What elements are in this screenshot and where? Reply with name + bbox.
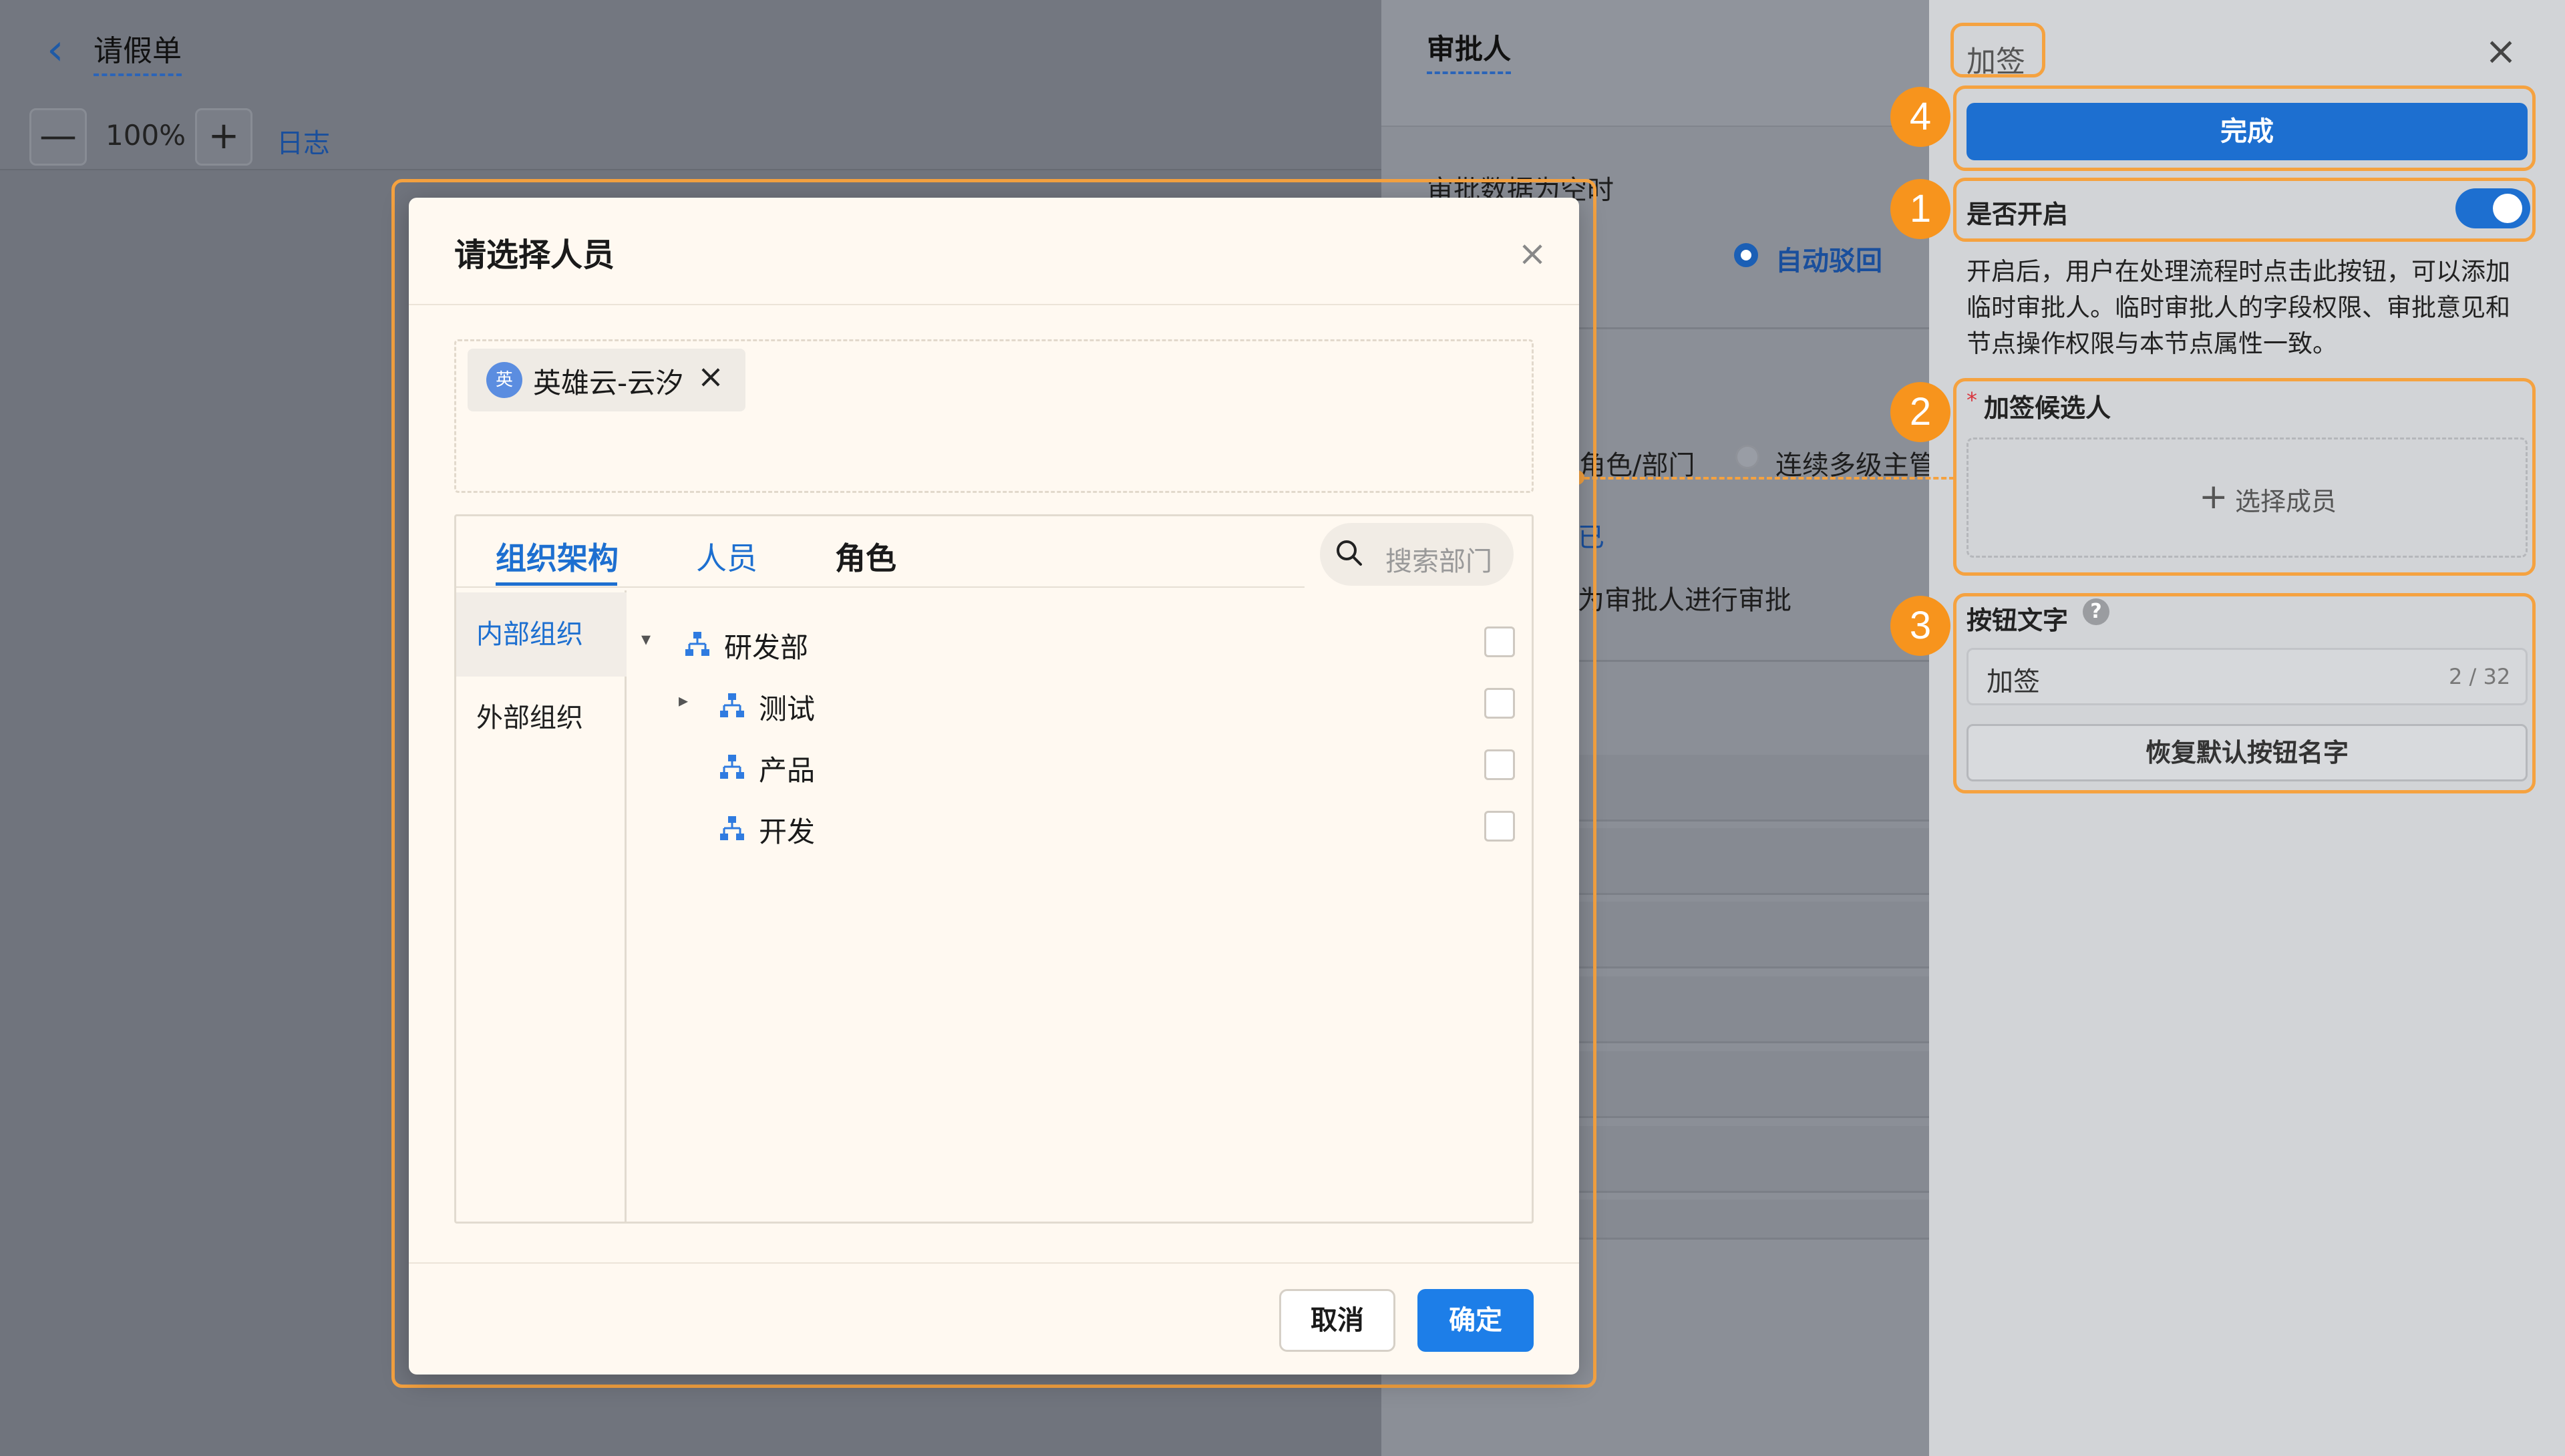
org-chart-icon — [685, 632, 709, 656]
active-tab-indicator — [496, 582, 617, 586]
search-icon — [1337, 540, 1362, 566]
toggle-knob — [2493, 194, 2522, 223]
divider — [456, 586, 1305, 588]
tree-node-label[interactable]: 研发部 — [724, 625, 808, 666]
back-arrow-icon[interactable]: ‹ — [47, 27, 87, 73]
collapse-caret-icon[interactable]: ▸ — [679, 689, 688, 711]
step-badge-2: 2 — [1890, 382, 1950, 442]
candidates-label: 加签候选人 — [1984, 393, 2111, 423]
step-badge-1: 1 — [1890, 179, 1950, 239]
tree-node-label[interactable]: 开发 — [759, 809, 815, 850]
tree-node-label[interactable]: 测试 — [759, 687, 815, 727]
countersign-panel-title: 加签 — [1966, 45, 2025, 79]
remove-tag-icon[interactable]: × — [692, 358, 729, 395]
tree-node-label[interactable]: 产品 — [759, 748, 815, 789]
done-button[interactable]: 完成 — [1966, 103, 2528, 160]
selected-person-name: 英雄云-云汐 — [533, 367, 684, 399]
zoom-level: 100% — [106, 119, 186, 152]
divider — [409, 304, 1579, 305]
avatar: 英 — [486, 362, 522, 398]
countersign-description: 开启后，用户在处理流程时点击此按钮，可以添加临时审批人。临时审批人的字段权限、审… — [1966, 257, 2510, 358]
tab-org-structure[interactable]: 组织架构 — [496, 534, 619, 578]
tab-roles[interactable]: 角色 — [835, 534, 896, 578]
org-chart-icon — [720, 816, 744, 840]
cancel-button[interactable]: 取消 — [1279, 1289, 1395, 1352]
enable-label: 是否开启 — [1966, 200, 2069, 229]
confirm-button[interactable]: 确定 — [1417, 1289, 1534, 1352]
modal-close-icon[interactable]: × — [1512, 234, 1552, 274]
reset-button-name-button[interactable]: 恢复默认按钮名字 — [1966, 724, 2528, 781]
side-item-internal-org[interactable]: 内部组织 — [456, 592, 627, 677]
tree-node-checkbox[interactable] — [1484, 749, 1515, 780]
org-chart-icon — [720, 755, 744, 779]
connector-line — [1576, 477, 1954, 480]
auto-reject-label[interactable]: 自动驳回 — [1775, 239, 1882, 278]
expand-caret-icon[interactable]: ▾ — [641, 628, 651, 650]
close-icon[interactable]: × — [2481, 31, 2521, 71]
button-text-value: 加签 — [1987, 667, 2040, 697]
required-mark: * — [1966, 387, 1977, 413]
tab-people[interactable]: 人员 — [696, 534, 757, 578]
search-placeholder: 搜索部门 — [1385, 546, 1492, 577]
document-title: 请假单 — [94, 27, 182, 76]
button-text-label: 按钮文字 — [1966, 606, 2069, 635]
zoom-in-button[interactable]: + — [195, 108, 252, 166]
side-item-external-org[interactable]: 外部组织 — [456, 676, 627, 760]
zoom-out-button[interactable]: — — [29, 108, 87, 166]
char-counter: 2 / 32 — [2449, 664, 2511, 689]
tree-node-checkbox[interactable] — [1484, 688, 1515, 719]
auto-reject-radio[interactable] — [1734, 243, 1758, 267]
tree-node-checkbox[interactable] — [1484, 811, 1515, 842]
divider — [409, 1262, 1579, 1264]
tree-node-checkbox[interactable] — [1484, 626, 1515, 657]
multi-manager-radio[interactable] — [1735, 445, 1759, 469]
approve-as-text: 为审批人进行审批 — [1578, 585, 1791, 616]
plus-icon: + — [2199, 477, 2228, 517]
help-icon[interactable]: ? — [2083, 598, 2109, 625]
step-badge-3: 3 — [1890, 596, 1950, 656]
approver-panel-title: 审批人 — [1427, 27, 1512, 74]
log-link[interactable]: 日志 — [277, 122, 330, 160]
button-text-input[interactable] — [1966, 648, 2528, 705]
step-badge-4: 4 — [1890, 87, 1950, 147]
org-chart-icon — [720, 693, 744, 717]
select-member-label[interactable]: 选择成员 — [2235, 481, 2337, 518]
modal-title: 请选择人员 — [454, 236, 615, 274]
